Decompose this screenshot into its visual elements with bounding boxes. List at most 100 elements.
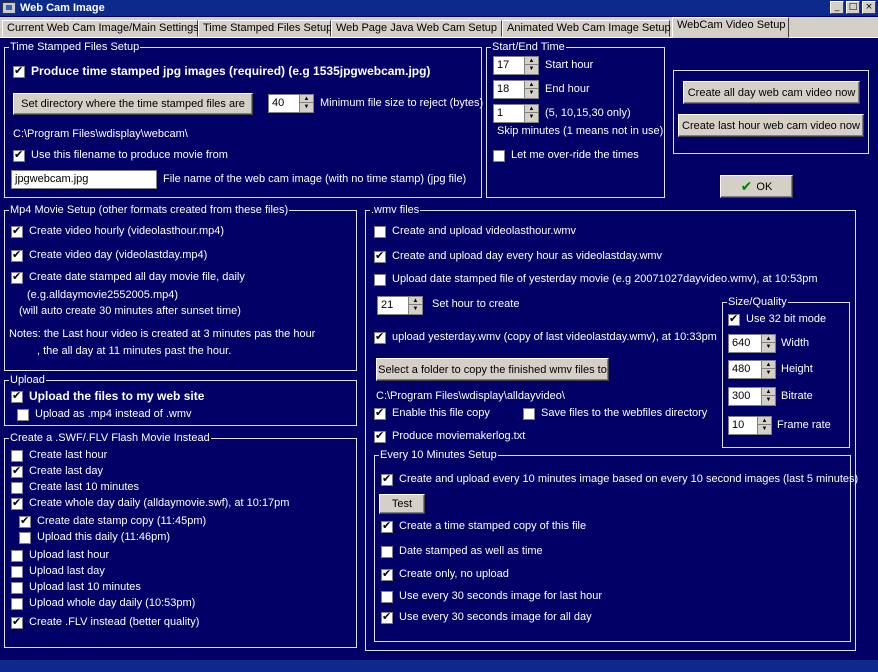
skip-minutes-hint: (5, 10,15,30 only) [545, 107, 631, 119]
spin-up-icon[interactable]: ▲ [762, 335, 775, 343]
swf-datestamp-copy-label: Create date stamp copy (11:45pm) [37, 515, 207, 527]
produce-timestamped-checkbox[interactable] [13, 64, 25, 78]
save-webfiles-label: Save files to the webfiles directory [541, 407, 708, 419]
swf-upload-wholeday-label: Upload whole day daily (10:53pm) [29, 597, 196, 609]
end-hour-spinner[interactable]: 18 ▲ ▼ [493, 80, 539, 99]
swf-upload-last10-checkbox[interactable] [11, 582, 23, 594]
time-stamped-files-group: Time Stamped Files Setup Produce time st… [4, 41, 483, 198]
spin-up-icon[interactable]: ▲ [525, 81, 538, 89]
select-folder-button[interactable]: Select a folder to copy the finished wmv… [376, 358, 609, 381]
override-times-checkbox[interactable] [493, 150, 505, 162]
tab-java-web-cam[interactable]: Web Page Java Web Cam Setup [331, 20, 502, 37]
ten-date-time-checkbox[interactable] [381, 546, 393, 558]
swf-upload-daily-checkbox[interactable] [19, 532, 31, 544]
spin-up-icon[interactable]: ▲ [525, 105, 538, 113]
spin-down-icon[interactable]: ▼ [409, 305, 422, 313]
use-filename-checkbox[interactable] [13, 148, 25, 162]
skip-minutes-spinner[interactable]: 1 ▲ ▼ [493, 104, 539, 123]
timestamp-directory-path: C:\Program Files\wdisplay\webcam\ [13, 128, 188, 140]
group-title: Time Stamped Files Setup [9, 41, 141, 53]
wmv-hour-spinner[interactable]: 21 ▲ ▼ [377, 296, 423, 315]
enable-file-copy-checkbox[interactable] [374, 406, 386, 420]
size-quality-group: Size/Quality Use 32 bit mode 640 ▲▼ Widt… [722, 296, 850, 448]
tab-time-stamped-files[interactable]: Time Stamped Files Setup [198, 20, 332, 37]
wmv-datestamped-checkbox[interactable] [374, 274, 386, 286]
minimize-button[interactable]: _ [830, 1, 844, 14]
spin-down-icon[interactable]: ▼ [762, 369, 775, 377]
swf-flv-instead-checkbox[interactable] [11, 615, 23, 629]
end-hour-value: 18 [497, 83, 510, 95]
framerate-value: 10 [732, 419, 745, 431]
swf-flv-instead-label: Create .FLV instead (better quality) [29, 616, 200, 628]
height-label: Height [781, 363, 813, 375]
min-file-size-spinner[interactable]: 40 ▲ ▼ [268, 94, 314, 113]
mp4-day-checkbox[interactable] [11, 248, 23, 262]
maximize-button[interactable]: □ [846, 1, 860, 14]
swf-create-last10-checkbox[interactable] [11, 482, 23, 494]
ok-button[interactable]: ✔ OK [720, 175, 793, 198]
width-spinner[interactable]: 640 ▲ ▼ [728, 334, 776, 353]
swf-create-lasthour-checkbox[interactable] [11, 450, 23, 462]
set-directory-button[interactable]: Set directory where the time stamped fil… [13, 93, 253, 115]
ten-timestamped-copy-label: Create a time stamped copy of this file [399, 520, 587, 532]
upload-mp4-checkbox[interactable] [17, 409, 29, 421]
swf-flv-group: Create a .SWF/.FLV Flash Movie Instead C… [4, 432, 357, 648]
override-times-label: Let me over-ride the times [511, 149, 639, 161]
wmv-lasthour-checkbox[interactable] [374, 226, 386, 238]
swf-upload-wholeday-checkbox[interactable] [11, 598, 23, 610]
mp4-hourly-checkbox[interactable] [11, 224, 23, 238]
wmv-yesterday-checkbox[interactable] [374, 330, 386, 344]
ten-create-only-checkbox[interactable] [381, 567, 393, 581]
wmv-folder-path: C:\Program Files\wdisplay\alldayvideo\ [376, 390, 565, 402]
mp4-datestamped-checkbox[interactable] [11, 270, 23, 284]
spin-down-icon[interactable]: ▼ [758, 425, 771, 433]
ten-timestamped-copy-checkbox[interactable] [381, 519, 393, 533]
status-strip [0, 660, 878, 672]
swf-create-wholeday-checkbox[interactable] [11, 496, 23, 510]
mp4-hourly-label: Create video hourly (videolasthour.mp4) [29, 225, 225, 237]
ten-every30-hour-checkbox[interactable] [381, 591, 393, 603]
swf-datestamp-copy-checkbox[interactable] [19, 514, 31, 528]
ten-create-upload-checkbox[interactable] [381, 472, 393, 486]
group-title: Start/End Time [491, 41, 566, 53]
height-spinner[interactable]: 480 ▲ ▼ [728, 360, 776, 379]
use-32bit-label: Use 32 bit mode [746, 313, 827, 325]
moviemaker-log-checkbox[interactable] [374, 429, 386, 443]
framerate-spinner[interactable]: 10 ▲ ▼ [728, 416, 772, 435]
width-value: 640 [732, 337, 751, 349]
bitrate-spinner[interactable]: 300 ▲ ▼ [728, 387, 776, 406]
use-32bit-checkbox[interactable] [728, 312, 740, 326]
spin-up-icon[interactable]: ▲ [409, 297, 422, 305]
create-allday-video-button[interactable]: Create all day web cam video now [683, 81, 860, 104]
test-button[interactable]: Test [379, 494, 425, 514]
spin-up-icon[interactable]: ▲ [525, 57, 538, 65]
upload-files-checkbox[interactable] [11, 389, 23, 403]
filename-input[interactable]: jpgwebcam.jpg [11, 170, 157, 189]
spin-up-icon[interactable]: ▲ [762, 361, 775, 369]
end-hour-label: End hour [545, 83, 590, 95]
tab-main-settings[interactable]: Current Web Cam Image/Main Settings [2, 20, 199, 37]
filename-label: File name of the web cam image (with no … [163, 173, 467, 185]
spin-down-icon[interactable]: ▼ [762, 343, 775, 351]
spin-up-icon[interactable]: ▲ [300, 95, 313, 103]
swf-upload-lastday-checkbox[interactable] [11, 566, 23, 578]
create-lasthour-video-button[interactable]: Create last hour web cam video now [678, 114, 864, 137]
ten-every30-day-checkbox[interactable] [381, 610, 393, 624]
spin-down-icon[interactable]: ▼ [525, 65, 538, 73]
save-webfiles-checkbox[interactable] [523, 408, 535, 420]
spin-down-icon[interactable]: ▼ [525, 113, 538, 121]
swf-upload-lasthour-label: Upload last hour [29, 549, 110, 561]
spin-up-icon[interactable]: ▲ [758, 417, 771, 425]
spin-down-icon[interactable]: ▼ [762, 396, 775, 404]
spin-up-icon[interactable]: ▲ [762, 388, 775, 396]
bitrate-label: Bitrate [781, 390, 813, 402]
swf-upload-lasthour-checkbox[interactable] [11, 550, 23, 562]
start-hour-spinner[interactable]: 17 ▲ ▼ [493, 56, 539, 75]
close-button[interactable]: × [862, 1, 876, 14]
wmv-lastday-checkbox[interactable] [374, 249, 386, 263]
swf-create-lastday-checkbox[interactable] [11, 464, 23, 478]
tab-webcam-video[interactable]: WebCam Video Setup [672, 17, 789, 38]
spin-down-icon[interactable]: ▼ [525, 89, 538, 97]
spin-down-icon[interactable]: ▼ [300, 103, 313, 111]
tab-animated-image[interactable]: Animated Web Cam Image Setup [502, 20, 671, 37]
